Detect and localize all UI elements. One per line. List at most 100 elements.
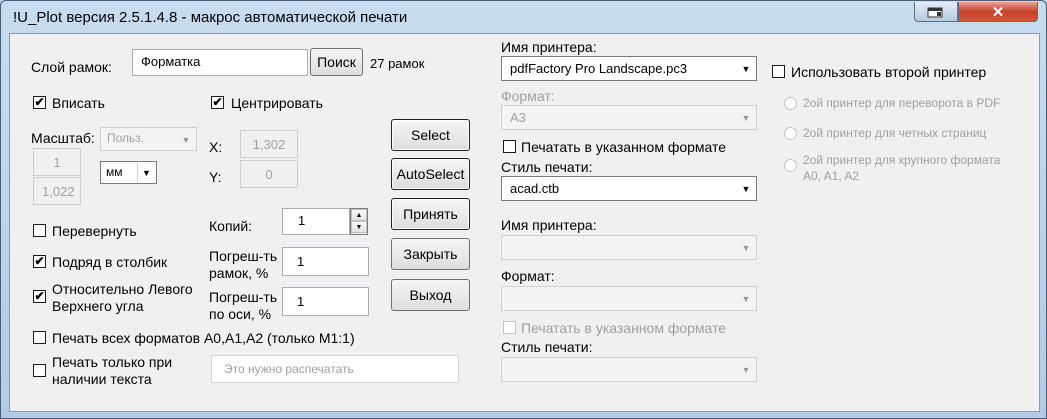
printer1-style-select[interactable]: acad.ctb ▼ [501,176,757,201]
column-label: Подряд в столбик [52,254,168,270]
printer1-style-label: Стиль печати: [501,159,593,175]
dropdown-arrow-icon: ▼ [741,364,751,375]
check-icon: ✔ [34,254,45,268]
spin-up-icon[interactable]: ▲ [351,209,367,221]
x-label: X: [209,139,223,155]
axis-tolerance-label-line1: Погреш-ть [209,289,278,305]
printer2-name-select: ▼ [501,235,757,260]
layer-input[interactable]: Форматка [132,49,308,76]
frame-tolerance-label-line2: рамок, % [209,265,269,281]
top-left-label-line1: Относительно Левого [52,281,193,297]
exit-button[interactable]: Выход [391,279,470,311]
close-window-button[interactable]: ✕ [958,2,1038,22]
center-checkbox[interactable]: ✔ [211,96,224,109]
spin-down-icon[interactable]: ▼ [351,221,367,233]
second-printer-even-label: 2ой принтер для четных страниц [803,126,987,140]
dropdown-arrow-icon: ▼ [741,112,751,123]
axis-tolerance-field[interactable]: 1 [282,287,369,316]
autoselect-button[interactable]: AutoSelect [391,158,470,190]
top-left-label: Относительно Левого Верхнего угла [52,281,193,315]
window-title: !U_Plot версия 2.5.1.4.8 - макрос автома… [13,9,408,26]
second-printer-large-label-line2: A0, A1, A2 [803,169,860,183]
y-label: Y: [209,169,222,185]
printer1-format-label: Формат: [501,88,555,104]
frame-count-text: 27 рамок [370,56,425,71]
copies-label: Копий: [209,218,253,234]
printer1-name-label: Имя принтера: [501,39,597,55]
printer1-style-value: acad.ctb [510,181,560,196]
dialog-client-area: Слой рамок: Форматка Поиск 27 рамок ✔ Вп… [9,33,1040,412]
check-icon: ✔ [212,95,223,109]
dropdown-arrow-icon: ▼ [741,183,751,194]
only-text-label-line1: Печать только при [52,354,173,370]
printer2-name-label: Имя принтера: [501,217,597,233]
frame-tolerance-label-line1: Погреш-ть [209,248,278,264]
layer-label: Слой рамок: [31,59,112,75]
second-printer-flip-label: 2ой принтер для переворота в PDF [803,96,1001,110]
title-bar[interactable]: !U_Plot версия 2.5.1.4.8 - макрос автома… [1,1,1046,33]
axis-tolerance-label: Погреш-ть по оси, % [209,289,277,323]
select-button[interactable]: Select [391,119,470,151]
dropdown-arrow-icon: ▼ [741,242,751,253]
flip-label: Перевернуть [52,223,137,239]
printer2-format-label: Формат: [501,268,555,284]
accept-button[interactable]: Принять [391,198,470,230]
only-text-label-line2: наличии текста [52,371,152,387]
copies-spinner[interactable]: ▲ ▼ [350,208,368,235]
printer2-print-in-format-label: Печатать в указанном формате [521,320,727,336]
frame-tolerance-label: Погреш-ть рамок, % [209,248,277,282]
scale-label: Масштаб: [31,130,95,146]
second-printer-large-radio [784,159,797,172]
only-text-label: Печать только при наличии текста [52,354,172,388]
printer2-style-label: Стиль печати: [501,339,593,355]
copies-field[interactable]: 1 [282,208,350,235]
use-second-printer-checkbox[interactable] [772,65,785,78]
close-icon: ✕ [991,3,1005,21]
units-value: мм [106,165,123,179]
scale-numerator-field: 1 [33,148,81,176]
axis-tolerance-label-line2: по оси, % [209,306,272,322]
check-icon: ✔ [34,95,45,109]
required-text-input[interactable]: Это нужно распечатать [211,355,459,383]
check-icon: ✔ [34,289,45,303]
column-checkbox[interactable]: ✔ [33,255,46,268]
units-select[interactable]: мм ▼ [100,161,157,184]
only-text-checkbox[interactable] [33,364,46,377]
printer1-format-select: A3 ▼ [501,105,757,130]
use-second-printer-label: Использовать второй принтер [791,64,987,80]
printer2-format-select: ▼ [501,286,757,311]
second-printer-flip-radio [784,97,797,110]
dropdown-arrow-icon: ▼ [181,134,191,145]
second-printer-large-label-line1: 2ой принтер для крупного формата [803,153,1001,167]
center-label: Центрировать [231,95,323,111]
dropdown-arrow-icon: ▼ [741,63,751,74]
dropdown-arrow-icon: ▼ [137,163,155,182]
printer1-print-in-format-checkbox[interactable] [503,140,516,153]
flip-checkbox[interactable] [33,224,46,237]
window-frame: !U_Plot версия 2.5.1.4.8 - макрос автома… [0,0,1047,419]
printer1-name-select[interactable]: pdfFactory Pro Landscape.pc3 ▼ [501,56,757,81]
top-left-label-line2: Верхнего угла [52,298,144,314]
restore-icon [927,7,943,17]
all-formats-checkbox[interactable] [33,331,46,344]
y-offset-field: 0 [240,160,298,188]
second-printer-large-label: 2ой принтер для крупного формата A0, A1,… [803,152,1000,184]
printer1-name-value: pdfFactory Pro Landscape.pc3 [510,61,688,76]
top-left-checkbox[interactable]: ✔ [33,290,46,303]
restore-button[interactable] [914,2,958,22]
search-button[interactable]: Поиск [310,48,363,76]
close-button[interactable]: Закрыть [391,238,470,270]
printer1-print-in-format-label: Печатать в указанном формате [521,139,727,155]
fit-label: Вписать [52,95,105,111]
second-printer-even-radio [784,127,797,140]
scale-mode-value: Польз. [107,131,145,145]
fit-checkbox[interactable]: ✔ [33,96,46,109]
printer1-format-value: A3 [510,110,526,125]
frame-tolerance-field[interactable]: 1 [282,247,369,276]
x-offset-field: 1,302 [240,130,298,158]
printer2-print-in-format-checkbox [503,321,516,334]
dropdown-arrow-icon: ▼ [741,293,751,304]
all-formats-label: Печать всех форматов A0,A1,A2 (только М1… [52,330,355,346]
scale-mode-select: Польз. ▼ [100,127,197,151]
printer2-style-select: ▼ [501,357,757,382]
